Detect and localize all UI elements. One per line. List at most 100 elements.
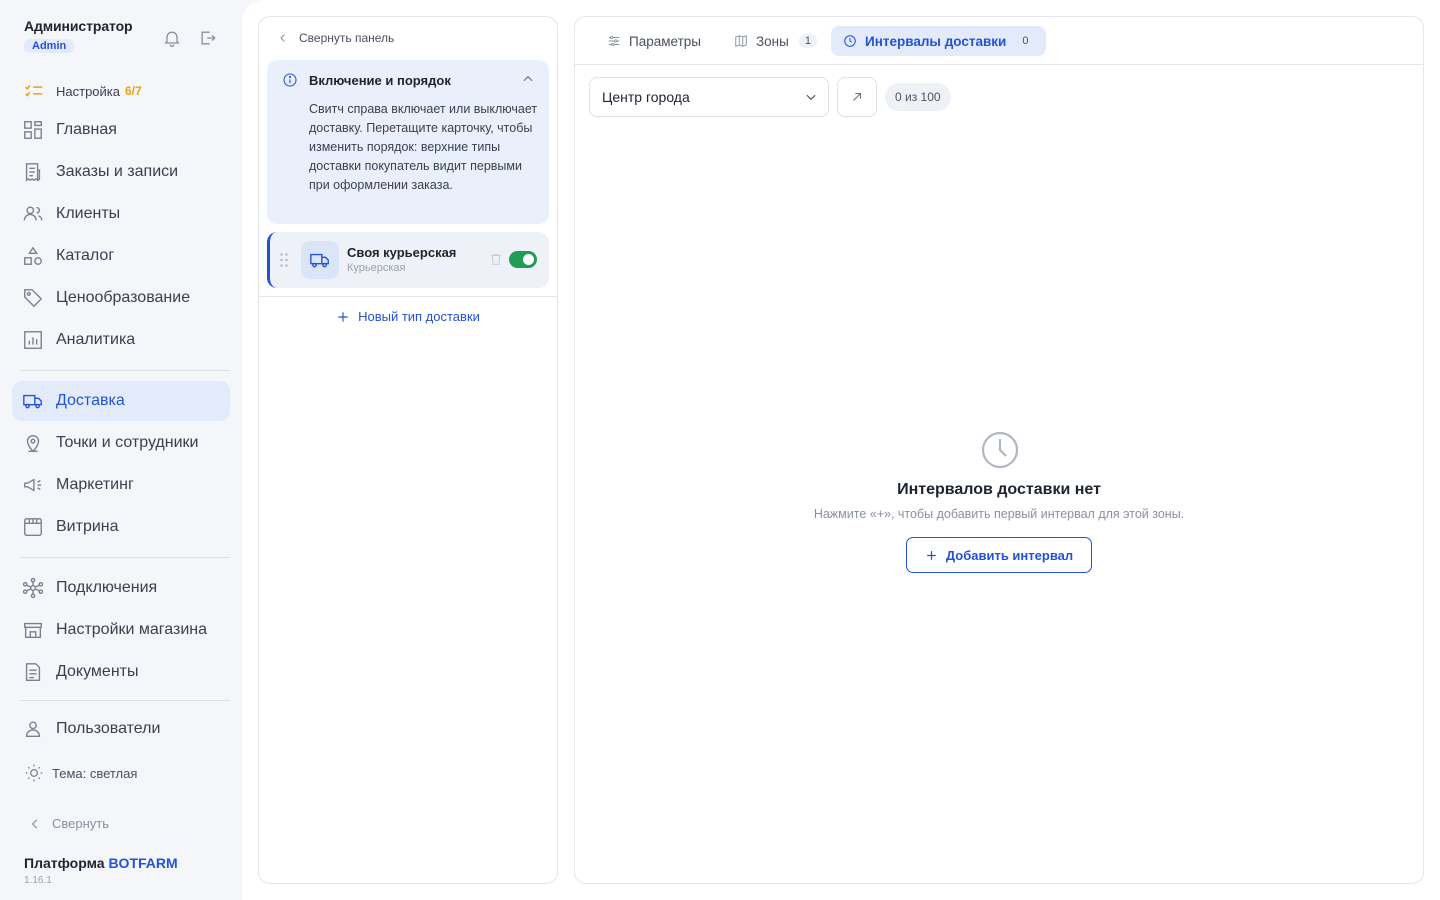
megaphone-icon <box>22 474 44 496</box>
collapse-sidebar-button[interactable]: Свернуть <box>28 816 109 831</box>
nav-item-marketing[interactable]: Маркетинг <box>12 465 230 505</box>
nav-item-users[interactable]: Пользователи <box>12 709 230 749</box>
divider <box>259 296 557 297</box>
tabs-bar: Параметры Зоны 1 Интервалы доставки 0 <box>575 17 1423 65</box>
new-delivery-type-button[interactable]: Новый тип доставки <box>259 309 557 324</box>
sliders-icon <box>607 34 621 48</box>
collapse-panel-label: Свернуть панель <box>299 31 395 45</box>
nav-label: Маркетинг <box>56 476 134 493</box>
info-title: Включение и порядок <box>309 73 451 88</box>
drag-handle-icon[interactable] <box>279 252 289 268</box>
new-type-label: Новый тип доставки <box>358 309 480 324</box>
delivery-name: Своя курьерская <box>347 245 457 260</box>
nav-item-analytics[interactable]: Аналитика <box>12 320 230 360</box>
nav-item-pricing[interactable]: Ценообразование <box>12 278 230 318</box>
nav-item-catalog[interactable]: Каталог <box>12 236 230 276</box>
nav-item-documents[interactable]: Документы <box>12 652 230 692</box>
chevron-left-icon <box>277 32 289 44</box>
delivery-types-panel: Свернуть панель Включение и порядок Свит… <box>258 16 558 884</box>
tab-badge: 1 <box>798 34 817 48</box>
nav-item-clients[interactable]: Клиенты <box>12 194 230 234</box>
nav-item-home[interactable]: Главная <box>12 110 230 150</box>
tab-badge: 0 <box>1022 35 1029 47</box>
platform-prefix: Платформа <box>24 855 105 871</box>
open-zone-button[interactable] <box>837 77 877 117</box>
collapse-label: Свернуть <box>52 816 110 831</box>
nav-label: Документы <box>56 663 139 680</box>
nav-label: Точки и сотрудники <box>56 434 199 451</box>
storefront-icon <box>22 516 44 538</box>
clock-icon <box>980 430 1020 470</box>
nav-label: Доставка <box>56 392 125 409</box>
add-interval-label: Добавить интервал <box>945 547 1074 563</box>
nav-label: Пользователи <box>56 720 161 737</box>
tab-delivery-intervals[interactable]: Интервалы доставки 0 <box>831 26 1047 56</box>
receipt-icon <box>22 161 44 183</box>
network-icon <box>22 577 44 599</box>
interval-count-badge: 0 из 100 <box>885 83 951 111</box>
nav-item-orders[interactable]: Заказы и записи <box>12 152 230 192</box>
platform-brand: BOTFARM <box>108 855 178 871</box>
nav-label: Настройки магазина <box>56 621 208 638</box>
divider <box>20 370 230 371</box>
map-icon <box>734 34 748 48</box>
info-box: Включение и порядок Свитч справа включае… <box>267 60 549 224</box>
plus-icon <box>925 549 938 562</box>
empty-state-subtitle: Нажмите «+», чтобы добавить первый интер… <box>813 507 1185 521</box>
nav-label: Ценообразование <box>56 289 191 306</box>
setup-count: 6/7 <box>125 84 142 98</box>
tab-zones[interactable]: Зоны 1 <box>722 26 829 56</box>
chevron-up-icon[interactable] <box>521 72 535 86</box>
info-text: Свитч справа включает или выключает дост… <box>309 102 538 192</box>
add-interval-button[interactable]: Добавить интервал <box>906 537 1092 573</box>
nav-label: Главная <box>56 121 117 138</box>
collapse-panel-button[interactable]: Свернуть панель <box>277 31 394 45</box>
nav-label: Заказы и записи <box>56 163 179 180</box>
user-name: Администратор <box>24 18 133 34</box>
nav-label: Аналитика <box>56 331 136 348</box>
bell-icon[interactable] <box>162 28 182 48</box>
setup-label: Настройка <box>56 83 120 99</box>
map-pin-icon <box>22 432 44 454</box>
zone-select-value: Центр города <box>602 89 690 105</box>
users-icon <box>22 203 44 225</box>
delivery-enabled-toggle[interactable] <box>509 251 537 268</box>
nav-item-connections[interactable]: Подключения <box>12 568 230 608</box>
platform-name: Платформа BOTFARM <box>24 855 178 871</box>
delivery-settings-panel: Параметры Зоны 1 Интервалы доставки 0 Це… <box>574 16 1424 884</box>
divider <box>20 557 230 558</box>
nav-item-store-settings[interactable]: Настройки магазина <box>12 610 230 650</box>
setup-progress[interactable]: Настройка 6/7 <box>24 82 142 100</box>
checklist-icon <box>24 83 44 99</box>
theme-label: Тема: светлая <box>52 765 138 781</box>
nav-label: Клиенты <box>56 205 121 222</box>
delivery-type-card[interactable]: Своя курьерская Курьерская <box>267 232 549 288</box>
truck-icon <box>301 241 339 279</box>
nav-item-delivery[interactable]: Доставка <box>12 381 230 421</box>
theme-toggle[interactable]: Тема: светлая <box>24 763 137 783</box>
tab-parameters[interactable]: Параметры <box>595 26 713 56</box>
sidebar: Администратор Admin Настройка 6/7 Главна… <box>0 0 242 900</box>
chevron-left-icon <box>28 817 42 831</box>
nav-item-showcase[interactable]: Витрина <box>12 507 230 547</box>
document-icon <box>22 661 44 683</box>
tab-label: Параметры <box>629 33 701 49</box>
info-icon <box>282 72 298 88</box>
store-settings-icon <box>22 619 44 641</box>
trash-icon[interactable] <box>489 252 503 266</box>
clock-icon <box>843 34 857 48</box>
chevron-down-icon <box>804 90 818 104</box>
empty-state-title: Интервалов доставки нет <box>897 481 1101 498</box>
plus-icon <box>336 310 350 324</box>
nav-item-points[interactable]: Точки и сотрудники <box>12 423 230 463</box>
tab-label: Интервалы доставки <box>865 33 1007 49</box>
nav-label: Каталог <box>56 247 115 264</box>
user-role-badge: Admin <box>24 39 75 53</box>
truck-icon <box>22 390 44 412</box>
user-icon <box>22 718 44 740</box>
grid-icon <box>22 119 44 141</box>
tab-label: Зоны <box>756 33 789 49</box>
zone-select[interactable]: Центр города <box>589 77 829 117</box>
divider <box>20 700 230 701</box>
logout-icon[interactable] <box>198 28 218 48</box>
